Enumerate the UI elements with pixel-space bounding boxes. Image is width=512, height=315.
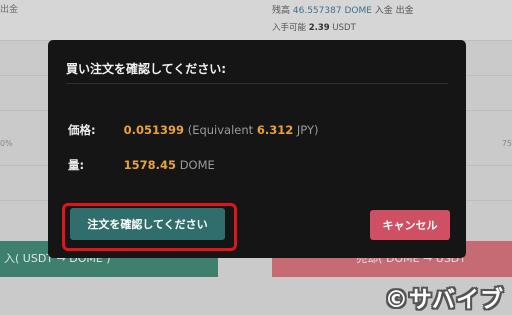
price-row: 価格: 0.051399 (Equivalent 6.312 JPY) [68, 122, 318, 138]
watermark-text: ©サバイブ [384, 287, 504, 313]
price-value: 0.051399 [123, 123, 185, 137]
quantity-row: 量: 1578.45 DOME [68, 157, 215, 173]
watermark: ©サバイブ [384, 283, 504, 313]
quantity-label: 量: [68, 158, 85, 172]
modal-title: 買い注文を確認してください: [66, 62, 227, 76]
withdraw-link[interactable]: 出金 [396, 6, 414, 16]
balance-label: 残高 [272, 6, 291, 16]
top-left-text: 出金 [0, 5, 19, 15]
available-line: 入手可能 2.39 USDT [272, 21, 356, 33]
balance-value: 46.557387 [292, 6, 342, 16]
price-label: 価格: [68, 123, 96, 137]
equivalent-unit: JPY) [296, 123, 319, 137]
quantity-unit: DOME [179, 158, 215, 172]
available-unit: USDT [332, 23, 356, 33]
highlight-annotation [62, 203, 237, 251]
percent-left[interactable]: 0% [0, 139, 13, 148]
deposit-link[interactable]: 入金 [375, 6, 393, 16]
modal-divider [66, 83, 448, 84]
balance-header: 出金 残高 46.557387 DOME 入金 出金 入手可能 2.39 USD… [0, 0, 512, 40]
equivalent-value: 6.312 [256, 123, 294, 137]
cancel-button[interactable]: キャンセル [370, 210, 450, 240]
equivalent-open: (Equivalent [187, 123, 254, 137]
balance-line: 残高 46.557387 DOME 入金 出金 [272, 3, 414, 16]
percent-right[interactable]: 75 [502, 139, 512, 148]
balance-unit: DOME [344, 6, 372, 16]
available-label: 入手可能 [272, 23, 307, 33]
available-value: 2.39 [308, 23, 330, 33]
quantity-value: 1578.45 [123, 158, 177, 172]
